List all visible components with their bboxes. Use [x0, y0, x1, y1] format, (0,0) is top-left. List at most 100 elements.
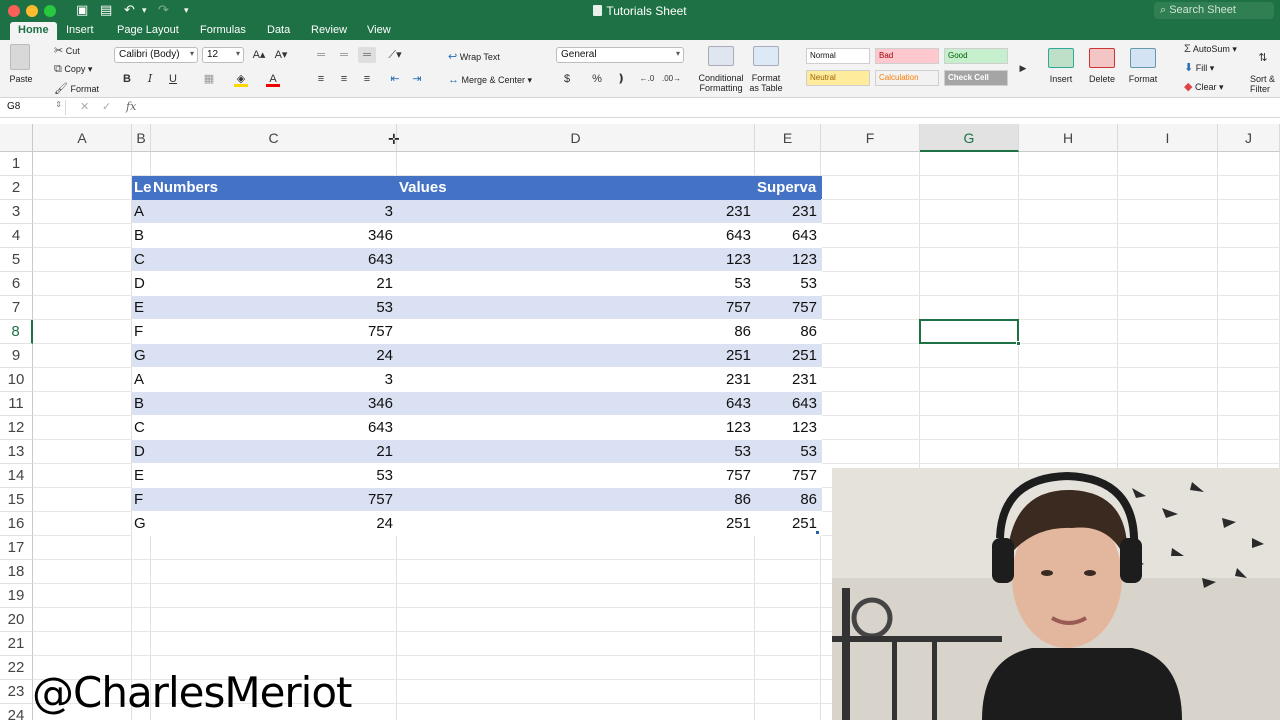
fill-color-icon[interactable]: ◈: [234, 71, 248, 87]
conditional-formatting-icon[interactable]: [708, 46, 734, 66]
table-header-numbers[interactable]: Numbers: [151, 176, 397, 200]
font-color-icon[interactable]: A: [266, 71, 280, 87]
tab-data[interactable]: Data: [259, 22, 298, 40]
row-header-7[interactable]: 7: [0, 296, 33, 320]
tab-insert[interactable]: Insert: [58, 22, 102, 40]
table-cell-supervalues[interactable]: 86: [755, 488, 821, 512]
table-cell-values[interactable]: 757: [397, 296, 755, 320]
select-all-corner[interactable]: [0, 124, 33, 152]
table-cell-values[interactable]: 231: [397, 200, 755, 224]
table-cell-letters[interactable]: E: [132, 464, 151, 488]
format-painter-button[interactable]: 🖌 Format: [54, 82, 99, 95]
column-header-h[interactable]: H: [1019, 124, 1118, 152]
row-header-3[interactable]: 3: [0, 200, 33, 224]
row-header-16[interactable]: 16: [0, 512, 33, 536]
row-header-22[interactable]: 22: [0, 656, 33, 680]
table-cell-letters[interactable]: B: [132, 392, 151, 416]
active-cell-selection[interactable]: [919, 319, 1019, 344]
conditional-formatting-button[interactable]: Conditional Formatting: [694, 73, 748, 93]
row-header-18[interactable]: 18: [0, 560, 33, 584]
bold-button[interactable]: B: [118, 71, 136, 87]
copy-button[interactable]: ⧉ Copy ▾: [54, 63, 92, 76]
table-header-supervalues[interactable]: Superva: [755, 176, 821, 200]
table-header-letters[interactable]: Le: [132, 176, 151, 200]
table-cell-numbers[interactable]: 53: [151, 464, 397, 488]
row-header-13[interactable]: 13: [0, 440, 33, 464]
table-cell-supervalues[interactable]: 231: [755, 368, 821, 392]
row-header-20[interactable]: 20: [0, 608, 33, 632]
align-middle-icon[interactable]: ═: [335, 47, 353, 63]
table-cell-values[interactable]: 53: [397, 440, 755, 464]
insert-cells-icon[interactable]: [1048, 48, 1074, 68]
style-neutral[interactable]: Neutral: [806, 70, 870, 86]
column-header-d[interactable]: D: [397, 124, 755, 152]
row-header-8[interactable]: 8: [0, 320, 33, 344]
table-cell-numbers[interactable]: 3: [151, 368, 397, 392]
table-cell-values[interactable]: 643: [397, 392, 755, 416]
table-cell-letters[interactable]: A: [132, 200, 151, 224]
format-as-table-button[interactable]: Format as Table: [746, 73, 786, 93]
sort-filter-button[interactable]: Sort & Filter: [1250, 74, 1280, 94]
table-cell-numbers[interactable]: 757: [151, 320, 397, 344]
table-cell-supervalues[interactable]: 53: [755, 440, 821, 464]
table-cell-values[interactable]: 86: [397, 320, 755, 344]
increase-font-icon[interactable]: A▴: [250, 47, 268, 63]
paste-icon[interactable]: [10, 44, 30, 70]
style-check-cell[interactable]: Check Cell: [944, 70, 1008, 86]
table-cell-numbers[interactable]: 21: [151, 272, 397, 296]
tab-page-layout[interactable]: Page Layout: [109, 22, 187, 40]
format-as-table-icon[interactable]: [753, 46, 779, 66]
row-header-24[interactable]: 24: [0, 704, 33, 720]
table-cell-letters[interactable]: C: [132, 248, 151, 272]
decrease-decimal-icon[interactable]: .00→: [662, 71, 681, 87]
cut-button[interactable]: ✂ Cut: [54, 44, 80, 57]
table-cell-values[interactable]: 53: [397, 272, 755, 296]
table-cell-values[interactable]: 643: [397, 224, 755, 248]
styles-more-icon[interactable]: ▶: [1014, 60, 1032, 76]
row-header-12[interactable]: 12: [0, 416, 33, 440]
table-cell-letters[interactable]: G: [132, 344, 151, 368]
row-header-14[interactable]: 14: [0, 464, 33, 488]
table-cell-letters[interactable]: F: [132, 488, 151, 512]
italic-button[interactable]: I: [141, 71, 159, 87]
table-cell-letters[interactable]: D: [132, 272, 151, 296]
percent-button[interactable]: %: [588, 71, 606, 87]
table-cell-supervalues[interactable]: 643: [755, 392, 821, 416]
tab-review[interactable]: Review: [303, 22, 355, 40]
underline-button[interactable]: U: [164, 71, 182, 87]
table-cell-letters[interactable]: F: [132, 320, 151, 344]
table-cell-values[interactable]: 123: [397, 416, 755, 440]
align-center-icon[interactable]: ≡: [335, 71, 353, 87]
align-top-icon[interactable]: ═: [312, 47, 330, 63]
table-cell-numbers[interactable]: 346: [151, 224, 397, 248]
table-cell-supervalues[interactable]: 86: [755, 320, 821, 344]
table-cell-supervalues[interactable]: 123: [755, 416, 821, 440]
decrease-font-icon[interactable]: A▾: [272, 47, 290, 63]
row-header-6[interactable]: 6: [0, 272, 33, 296]
table-cell-values[interactable]: 86: [397, 488, 755, 512]
table-cell-numbers[interactable]: 643: [151, 248, 397, 272]
table-cell-numbers[interactable]: 53: [151, 296, 397, 320]
number-format-select[interactable]: General ▾: [556, 47, 684, 63]
wrap-text-button[interactable]: ↩ Wrap Text: [448, 50, 500, 63]
table-cell-supervalues[interactable]: 643: [755, 224, 821, 248]
column-header-i[interactable]: I: [1118, 124, 1218, 152]
column-header-b[interactable]: B: [132, 124, 151, 152]
align-right-icon[interactable]: ≡: [358, 71, 376, 87]
cancel-entry-icon[interactable]: ✕: [80, 100, 89, 113]
decrease-indent-icon[interactable]: ⇤: [386, 71, 404, 87]
row-header-17[interactable]: 17: [0, 536, 33, 560]
table-cell-numbers[interactable]: 643: [151, 416, 397, 440]
table-cell-values[interactable]: 231: [397, 368, 755, 392]
name-box[interactable]: G8 ⇕: [4, 100, 66, 115]
row-header-2[interactable]: 2: [0, 176, 33, 200]
table-cell-letters[interactable]: E: [132, 296, 151, 320]
fill-handle[interactable]: [1016, 341, 1021, 346]
table-cell-numbers[interactable]: 3: [151, 200, 397, 224]
tab-home[interactable]: Home: [10, 22, 57, 40]
currency-button[interactable]: $: [558, 71, 576, 87]
table-cell-letters[interactable]: B: [132, 224, 151, 248]
fill-button[interactable]: ⬇ Fill ▾: [1184, 61, 1214, 74]
table-cell-values[interactable]: 251: [397, 512, 755, 536]
delete-cells-icon[interactable]: [1089, 48, 1115, 68]
